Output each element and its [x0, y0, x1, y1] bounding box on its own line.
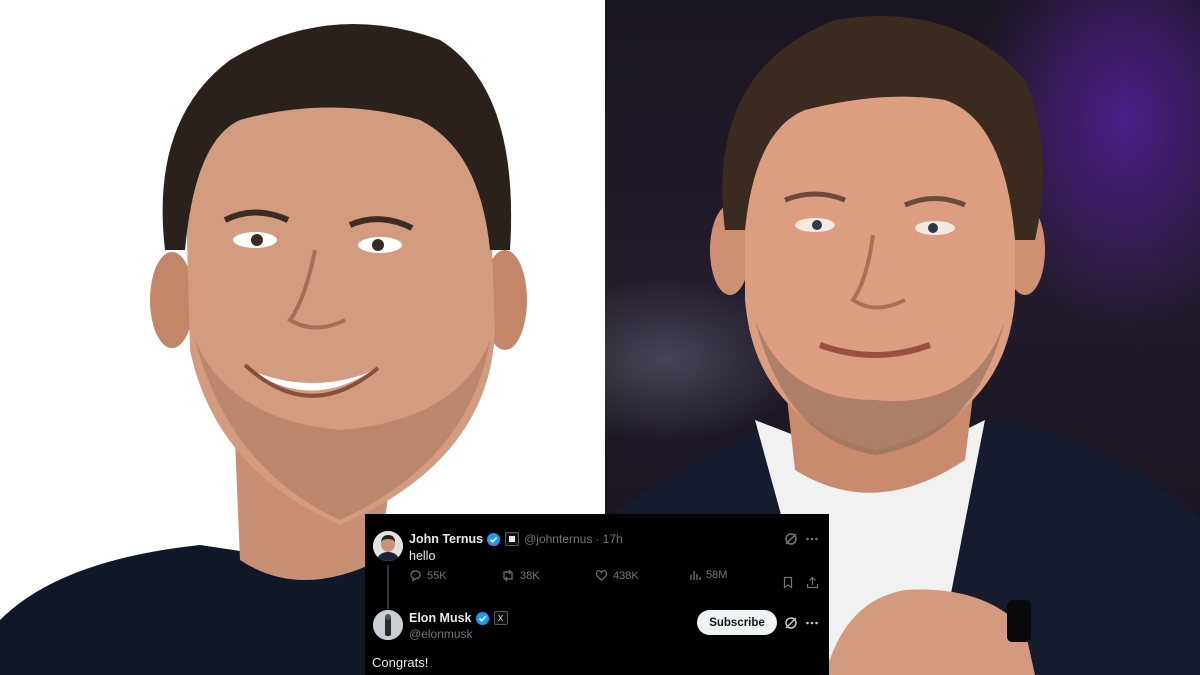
- grok-icon[interactable]: [783, 615, 799, 631]
- reply-header: Elon Musk X: [409, 610, 508, 626]
- reply-icon: [410, 570, 421, 582]
- avatar-elon-musk[interactable]: [373, 610, 403, 640]
- like-icon: [595, 570, 608, 581]
- repost-count: 38K: [520, 569, 540, 582]
- reply-text: Congrats!: [372, 655, 429, 670]
- affiliate-badge-icon[interactable]: X: [493, 611, 508, 625]
- views-icon: [690, 571, 701, 580]
- author-handle[interactable]: @johnternus: [524, 532, 592, 546]
- reply-action[interactable]: 55K: [409, 569, 447, 582]
- grok-icon[interactable]: [783, 531, 799, 547]
- more-icon[interactable]: [804, 531, 820, 547]
- avatar-john-ternus[interactable]: [373, 531, 403, 561]
- reply-count: 55K: [427, 569, 447, 582]
- like-count: 438K: [613, 569, 639, 582]
- more-icon[interactable]: [804, 615, 820, 631]
- avatar-image: [373, 610, 403, 640]
- share-icon[interactable]: [805, 575, 819, 589]
- bookmark-icon[interactable]: [781, 575, 795, 589]
- tweet-header: John Ternus @johnternus · 17h: [409, 531, 623, 547]
- tweet-text: hello: [409, 549, 436, 563]
- views-action[interactable]: 58M: [689, 569, 727, 581]
- avatar-image: [373, 531, 403, 561]
- tweet-time[interactable]: · 17h: [595, 532, 622, 546]
- repost-action[interactable]: 38K: [501, 569, 540, 582]
- reply-author-handle[interactable]: @elonmusk: [409, 627, 473, 641]
- verified-badge-icon: [487, 532, 501, 546]
- repost-icon: [503, 569, 513, 582]
- author-name[interactable]: John Ternus: [409, 532, 483, 546]
- verified-badge-icon: [475, 611, 489, 625]
- affiliate-badge-icon[interactable]: [505, 532, 520, 546]
- subscribe-button[interactable]: Subscribe: [697, 610, 777, 635]
- reply-author-name[interactable]: Elon Musk: [409, 611, 472, 625]
- thread-connector: [387, 565, 389, 609]
- like-action[interactable]: 438K: [595, 569, 639, 582]
- views-count: 58M: [706, 569, 728, 581]
